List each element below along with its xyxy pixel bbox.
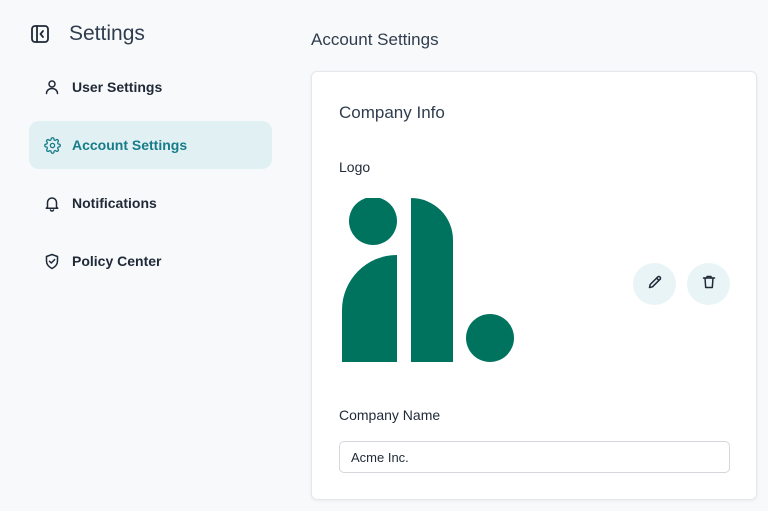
delete-logo-button[interactable] [687,263,730,305]
sidebar-title: Settings [69,22,145,45]
card-title: Company Info [339,103,445,122]
company-logo [342,197,514,362]
company-info-card: Company Info Logo Company Name [311,71,757,500]
sidebar-header: Settings [29,22,145,46]
sidebar-collapse-icon[interactable] [29,22,51,46]
gear-icon [43,136,61,154]
sidebar-item-policy-center[interactable]: Policy Center [29,237,272,285]
edit-logo-button[interactable] [633,263,676,305]
pencil-icon [647,274,663,295]
page-title: Account Settings [311,30,439,49]
user-icon [43,78,61,96]
sidebar: Settings User Settings Account Settings [0,0,290,511]
sidebar-item-user-settings[interactable]: User Settings [29,63,272,111]
company-name-label: Company Name [339,407,441,423]
sidebar-item-label: Policy Center [72,253,162,269]
company-name-input[interactable] [339,441,730,473]
shield-check-icon [43,252,61,270]
sidebar-item-notifications[interactable]: Notifications [29,179,272,227]
sidebar-item-account-settings[interactable]: Account Settings [29,121,272,169]
logo-label: Logo [339,159,371,175]
sidebar-nav: User Settings Account Settings Notificat… [29,63,272,295]
bell-icon [43,194,61,212]
sidebar-item-label: Account Settings [72,137,188,153]
trash-icon [701,274,717,295]
sidebar-item-label: Notifications [72,195,157,211]
sidebar-item-label: User Settings [72,79,163,95]
